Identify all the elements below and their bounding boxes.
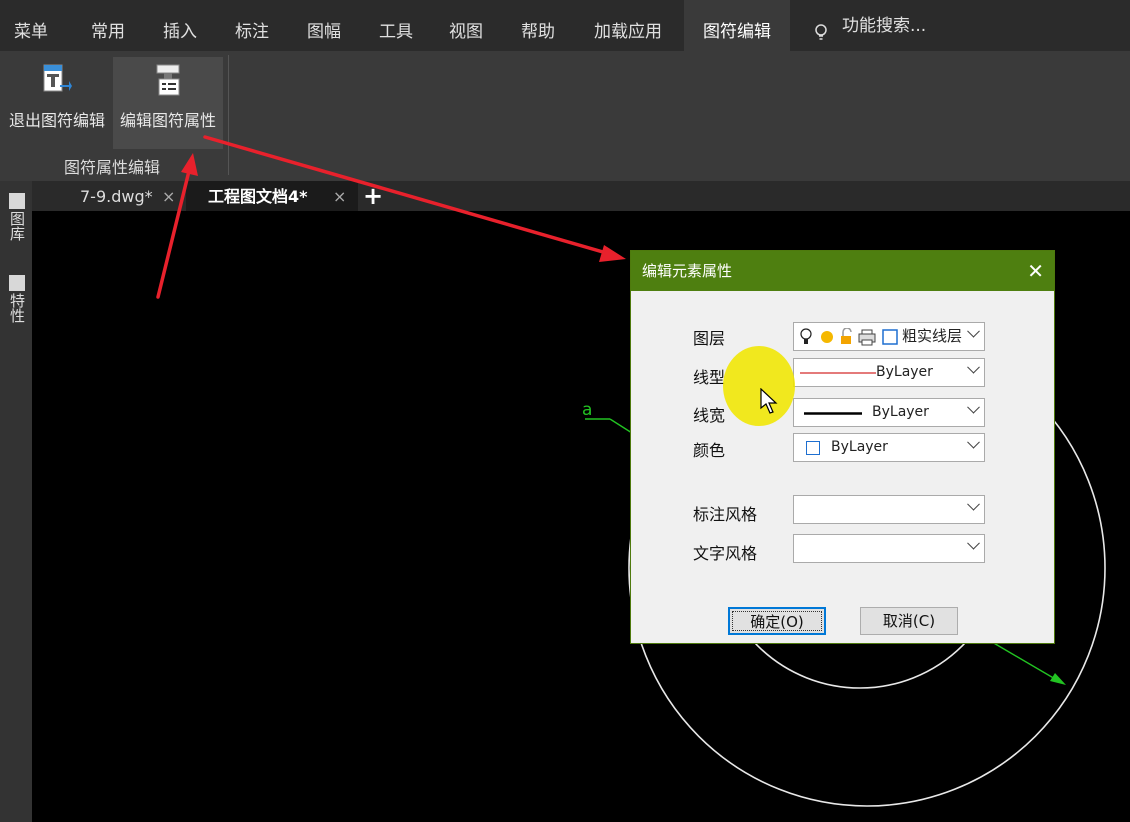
feature-search[interactable]: 功能搜索...: [814, 0, 926, 51]
dialog-title-bar[interactable]: 编辑元素属性 ✕: [631, 251, 1054, 291]
edit-element-properties-dialog: 编辑元素属性 ✕ 图层 粗实线层 线型 ByLayer 线宽 ByLayer 颜…: [630, 250, 1055, 644]
exit-symbol-edit-icon: [43, 64, 72, 92]
menu-tools[interactable]: 工具: [360, 0, 432, 51]
menu-common[interactable]: 常用: [72, 0, 144, 51]
menu-dimension[interactable]: 标注: [216, 0, 288, 51]
menu-symbol-edit[interactable]: 图符编辑: [684, 0, 790, 51]
dimension-line: [991, 641, 1063, 684]
color-select[interactable]: ByLayer: [793, 433, 985, 462]
dim-style-select[interactable]: [793, 495, 985, 524]
chevron-down-icon[interactable]: [967, 497, 980, 511]
side-tab-properties[interactable]: 特性: [4, 275, 28, 323]
dialog-title: 编辑元素属性: [642, 262, 733, 280]
linetype-label: 线型: [693, 368, 726, 387]
chevron-down-icon[interactable]: [967, 435, 980, 449]
layer-value: 粗实线层: [902, 327, 963, 345]
leader-line-diagonal: [609, 418, 633, 434]
chevron-down-icon[interactable]: [967, 400, 980, 414]
dialog-close-icon[interactable]: ✕: [1027, 251, 1044, 291]
dim-style-label: 标注风格: [693, 505, 758, 524]
cursor-highlight: [723, 346, 795, 426]
linetype-preview: [800, 372, 876, 374]
doc-tab-7-9-close-icon[interactable]: ×: [162, 181, 175, 211]
linetype-value: ByLayer: [876, 364, 933, 380]
left-side-panel: 图库 特性: [0, 181, 32, 822]
dimension-arrowhead: [1050, 673, 1066, 685]
menu-frame[interactable]: 图幅: [288, 0, 360, 51]
document-tab-bar: 7-9.dwg* × 工程图文档4* × +: [0, 181, 1130, 211]
feature-search-label: 功能搜索...: [842, 15, 927, 36]
side-tab-properties-label: 特性: [8, 293, 26, 323]
color-swatch: [806, 441, 820, 455]
mouse-cursor-icon: [760, 388, 778, 414]
menu-bar: 菜单 常用 插入 标注 图幅 工具 视图 帮助 加载应用 图符编辑 功能搜索..…: [0, 0, 1130, 51]
side-tab-library-label: 图库: [8, 211, 26, 241]
cancel-button[interactable]: 取消(C): [860, 607, 958, 635]
chevron-down-icon[interactable]: [967, 360, 980, 374]
doc-tab-drawing-4-close-icon[interactable]: ×: [333, 181, 346, 211]
layer-select[interactable]: 粗实线层: [793, 322, 985, 351]
linetype-select[interactable]: ByLayer: [793, 358, 985, 387]
ribbon-group-divider: [228, 55, 229, 175]
chevron-down-icon[interactable]: [967, 324, 980, 338]
leader-label-a: a: [582, 400, 592, 420]
linewidth-select[interactable]: ByLayer: [793, 398, 985, 427]
ribbon-group-label: 图符属性编辑: [63, 158, 160, 177]
edit-symbol-properties-icon: [156, 64, 180, 96]
layer-label: 图层: [693, 329, 726, 348]
menu-load-apps[interactable]: 加载应用: [580, 0, 676, 51]
side-tab-library[interactable]: 图库: [4, 193, 28, 241]
layer-state-icons: [800, 328, 898, 346]
add-tab-icon[interactable]: +: [363, 181, 383, 211]
text-style-label: 文字风格: [693, 544, 758, 563]
menu-main[interactable]: 菜单: [0, 0, 62, 51]
ok-button[interactable]: 确定(O): [728, 607, 826, 635]
properties-icon: [9, 275, 25, 291]
text-style-select[interactable]: [793, 534, 985, 563]
color-label: 颜色: [693, 441, 726, 460]
library-icon: [9, 193, 25, 209]
exit-symbol-edit-label: 退出图符编辑: [8, 111, 105, 130]
doc-tab-7-9[interactable]: 7-9.dwg*: [80, 181, 153, 211]
exit-symbol-edit-button[interactable]: 退出图符编辑: [2, 57, 112, 149]
menu-insert[interactable]: 插入: [144, 0, 216, 51]
ok-button-focus-ring: [732, 611, 822, 631]
edit-symbol-properties-label: 编辑图符属性: [119, 111, 216, 130]
edit-symbol-properties-button[interactable]: 编辑图符属性: [113, 57, 223, 149]
menu-view[interactable]: 视图: [430, 0, 502, 51]
linewidth-label: 线宽: [693, 406, 726, 425]
chevron-down-icon[interactable]: [967, 536, 980, 550]
lightbulb-icon: [815, 23, 827, 40]
ribbon-panel: 退出图符编辑 编辑图符属性 图符属性编辑: [0, 51, 1130, 181]
linewidth-value: ByLayer: [872, 404, 929, 420]
menu-help[interactable]: 帮助: [502, 0, 574, 51]
color-value: ByLayer: [831, 439, 888, 455]
linewidth-preview: [804, 412, 862, 415]
